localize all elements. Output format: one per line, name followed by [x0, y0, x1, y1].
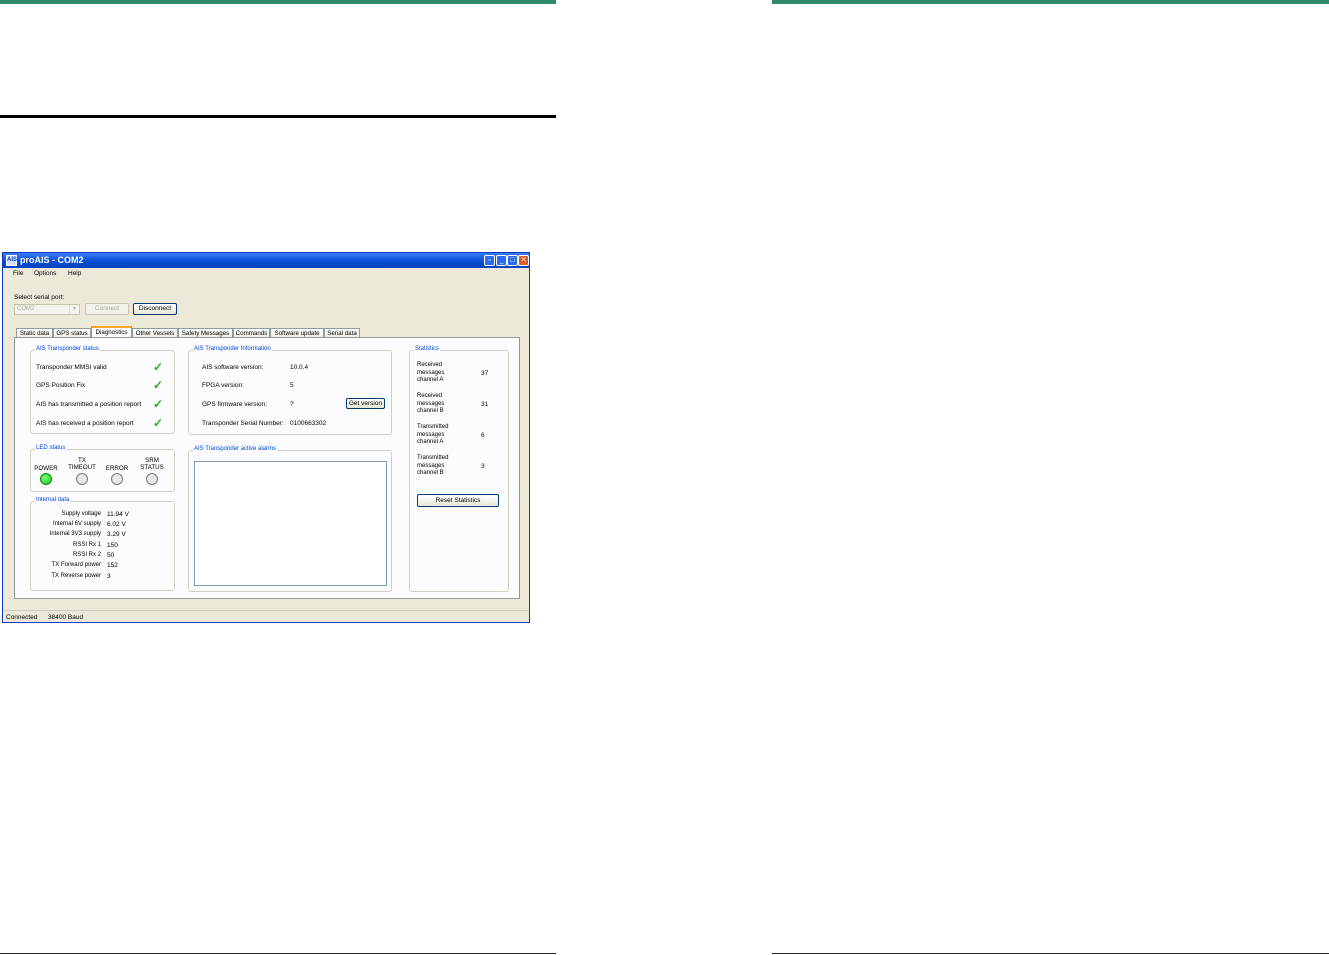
close-icon[interactable]: ✕	[518, 255, 529, 266]
transponder-info-group: AIS Transponder Information AIS software…	[188, 346, 392, 435]
internal-label-tx-reverse: TX Reverse power	[51, 573, 101, 579]
alarms-list[interactable]	[194, 461, 387, 586]
internal-label-supply: Supply voltage	[61, 511, 101, 517]
internal-value-tx-reverse: 3	[107, 573, 111, 580]
stat-label-tx-a: Transmitted messages channel A	[417, 424, 449, 445]
window-title: proAIS - COM2	[20, 255, 84, 265]
stat-label-rx-b: Received messages channel B	[417, 393, 445, 414]
serial-port-value: COM2	[17, 306, 35, 312]
power-led	[40, 473, 52, 485]
info-label-serial: Transponder Serial Number:	[202, 420, 284, 427]
internal-label-3v3: Internal 3V3 supply	[49, 531, 101, 537]
connect-button[interactable]: Connect	[85, 303, 129, 315]
statistics-title: Statistics	[414, 346, 441, 352]
status-bar: Connected 38400 Baud	[3, 610, 529, 622]
menu-file[interactable]: File	[13, 270, 23, 277]
info-value-software: 10.0.4	[290, 364, 309, 371]
maximize-icon[interactable]: □	[507, 255, 518, 266]
stat-value-rx-a: 37	[481, 370, 489, 377]
serial-port-label: Select serial port:	[14, 294, 65, 301]
title-bar[interactable]: AIS proAIS - COM2 ▫ _ □ ✕	[3, 253, 529, 268]
diagnostics-tab-page: AIS Transponder status Transponder MMSI …	[14, 337, 520, 599]
led-label-tx-timeout: TX TIMEOUT	[68, 457, 96, 471]
srm-status-led	[146, 473, 158, 485]
led-label-srm-status: SRM STATUS	[140, 457, 164, 471]
right-header-rule	[772, 0, 1329, 4]
transponder-info-title: AIS Transponder Information	[193, 346, 272, 352]
reset-statistics-button[interactable]: Reset Statistics	[417, 494, 499, 507]
stat-label-tx-b: Transmitted messages channel B	[417, 455, 449, 476]
internal-value-tx-forward: 152	[107, 562, 118, 569]
stat-value-tx-b: 3	[481, 463, 485, 470]
status-label-transmitted: AIS has transmitted a position report	[36, 401, 142, 408]
app-icon: AIS	[6, 255, 17, 266]
right-footer-rule	[772, 953, 1329, 954]
connection-status: Connected	[6, 614, 38, 621]
internal-label-tx-forward: TX Forward power	[51, 562, 101, 568]
internal-value-rssi1: 150	[107, 542, 118, 549]
info-label-gps-firmware: GPS firmware version:	[202, 401, 268, 408]
serial-port-select[interactable]: COM2 ▾	[14, 304, 80, 315]
baud-rate: 38400 Baud	[48, 614, 84, 621]
internal-value-3v3: 3.29 V	[107, 531, 126, 538]
info-label-software: AIS software version:	[202, 364, 264, 371]
help-icon[interactable]: ▫	[484, 255, 495, 266]
left-header-rule	[0, 0, 556, 4]
menu-help[interactable]: Help	[68, 270, 81, 277]
internal-label-6v: Internal 6V supply	[52, 521, 101, 527]
check-icon: ✓	[153, 397, 164, 411]
transponder-status-title: AIS Transponder status	[35, 346, 100, 352]
led-status-title: LED status	[35, 445, 67, 451]
internal-data-group: Internal data Supply voltage 11.94 V Int…	[30, 497, 175, 591]
check-icon: ✓	[153, 378, 164, 392]
minimize-icon[interactable]: _	[496, 255, 507, 266]
transponder-status-group: AIS Transponder status Transponder MMSI …	[30, 346, 175, 434]
led-label-error: ERROR	[105, 465, 129, 472]
get-version-button[interactable]: Get version	[346, 398, 385, 409]
check-icon: ✓	[153, 360, 164, 374]
internal-data-title: Internal data	[35, 497, 71, 503]
active-alarms-group: AIS Transponder active alarms	[188, 446, 392, 592]
left-footer-rule	[0, 953, 556, 954]
led-label-power: POWER	[34, 465, 58, 472]
stat-value-rx-b: 31	[481, 401, 489, 408]
stat-label-rx-a: Received messages channel A	[417, 362, 445, 383]
menu-options[interactable]: Options	[34, 270, 56, 277]
stat-value-tx-a: 6	[481, 432, 485, 439]
internal-value-6v: 6.02 V	[107, 521, 126, 528]
error-led	[111, 473, 123, 485]
info-value-fpga: 5	[290, 382, 294, 389]
internal-label-rssi1: RSSI Rx 1	[72, 542, 101, 548]
internal-label-rssi2: RSSI Rx 2	[72, 552, 101, 558]
status-label-mmsi: Transponder MMSI valid	[36, 364, 107, 371]
status-label-received: AIS has received a position report	[36, 420, 134, 427]
check-icon: ✓	[153, 416, 164, 430]
section-rule	[0, 115, 556, 118]
info-label-fpga: FPGA version:	[202, 382, 244, 389]
tx-timeout-led	[76, 473, 88, 485]
statistics-group: Statistics Received messages channel A 3…	[409, 346, 509, 592]
internal-value-supply: 11.94 V	[107, 511, 129, 518]
info-value-serial: 0100663302	[290, 420, 327, 427]
chevron-down-icon[interactable]: ▾	[69, 305, 79, 314]
internal-value-rssi2: 50	[107, 552, 115, 559]
led-status-group: LED status POWER TX TIMEOUT ERROR SRM ST…	[30, 445, 175, 492]
info-value-gps-firmware: ?	[290, 401, 294, 408]
app-window: AIS proAIS - COM2 ▫ _ □ ✕ File Options H…	[2, 252, 530, 623]
status-label-gps-fix: GPS Position Fix	[36, 382, 86, 389]
active-alarms-title: AIS Transponder active alarms	[193, 446, 278, 452]
disconnect-button[interactable]: Disconnect	[133, 303, 177, 315]
menu-bar: File Options Help	[3, 268, 529, 281]
